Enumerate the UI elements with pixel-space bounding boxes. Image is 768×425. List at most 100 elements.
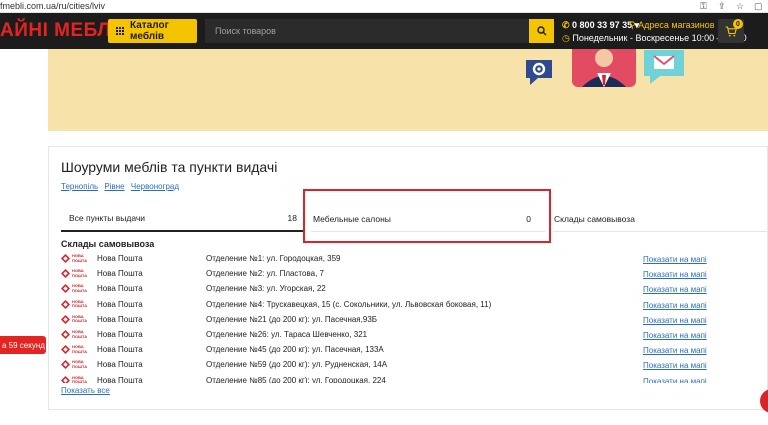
show-on-map-link[interactable]: Показати на мапі <box>643 361 707 370</box>
grid-icon <box>116 26 125 36</box>
nova-poshta-logo: НОВА ПОШТА <box>61 253 89 264</box>
show-on-map-link[interactable]: Показати на мапі <box>643 255 707 264</box>
list-item: НОВА ПОШТА Нова Пошта Отделение №59 (до 200… <box>61 358 768 373</box>
carrier-name: Нова Пошта <box>97 254 143 263</box>
nova-poshta-logo: НОВА ПОШТА <box>61 268 89 279</box>
nova-poshta-icon <box>61 375 70 383</box>
nova-poshta-logo: НОВА ПОШТА <box>61 375 89 383</box>
nova-poshta-icon <box>61 254 70 263</box>
city-link-chervonohrad[interactable]: Червоноград <box>131 182 179 191</box>
carrier-name: Нова Пошта <box>97 314 143 324</box>
settings-chat-icon <box>526 60 552 85</box>
branch-address: Отделение №26: ул. Тараса Шевченко, 321 <box>206 330 368 339</box>
site-logo[interactable]: АЙНІ МЕБЛІ <box>0 20 117 42</box>
list-item: НОВА ПОШТА Нова Пошта Отделение №45 (до 200… <box>61 343 768 358</box>
carrier-name: Нова Пошта <box>97 360 143 370</box>
carrier-name: Нова Пошта <box>97 330 143 339</box>
nova-poshta-logo: НОВА ПОШТА <box>61 360 89 370</box>
logo-text-line: ПОШТА <box>72 303 88 309</box>
branch-address: Отделение №4: Трускавецкая, 15 (с. Сокол… <box>206 299 492 309</box>
pickup-list: НОВА ПОШТА Нова Пошта Отделение №1: ул. Гор… <box>61 252 768 383</box>
clock-icon: ◷ <box>562 33 573 43</box>
logo-text-line: ПОШТА <box>72 363 88 369</box>
nova-poshta-icon <box>61 360 70 370</box>
carrier-name: Нова Пошта <box>97 345 143 355</box>
list-item: НОВА ПОШТА Нова Пошта Отделение №85 (до 200… <box>61 374 768 383</box>
stores-label: Адреса магазинов <box>638 20 715 30</box>
phone-number: 0 800 33 97 35 <box>572 20 633 30</box>
show-all-link[interactable]: Показать все <box>61 386 110 395</box>
hero-banner <box>48 49 768 131</box>
nova-poshta-logo: НОВА ПОШТА <box>61 299 89 310</box>
branch-address: Отделение №85 (до 200 кг): ул. Городоцка… <box>206 375 386 383</box>
tab-label: Все пункты выдачи <box>69 213 146 223</box>
nova-poshta-icon <box>61 284 70 294</box>
phone-link[interactable]: ✆ 0 800 33 97 35 ▾ <box>562 20 639 31</box>
url-text[interactable]: fmebli.com.ua/ru/cities/lviv <box>0 1 105 11</box>
list-item: НОВА ПОШТА Нова Пошта Отделение №26: ул. Та… <box>61 328 768 343</box>
browser-url-bar[interactable]: fmebli.com.ua/ru/cities/lviv ⚿ ⇪ ☆ ▢ <box>0 0 768 13</box>
city-links: Тернопіль Рівне Червоноград <box>61 182 183 191</box>
highlight-box <box>303 189 551 243</box>
logo-text-line: ПОШТА <box>72 333 88 339</box>
cart-count-badge: 0 <box>733 19 743 29</box>
logo-text-line: ПОШТА <box>72 272 88 278</box>
city-link-ternopil[interactable]: Тернопіль <box>61 182 98 191</box>
carrier-name: Нова Пошта <box>97 269 143 279</box>
page-title: Шоуруми меблів та пункти видачі <box>61 159 278 175</box>
nova-poshta-icon <box>61 269 70 279</box>
list-item: НОВА ПОШТА Нова Пошта Отделение №2: ул. Пла… <box>61 267 768 282</box>
branch-address: Отделение №21 (до 200 кг): ул. Пасечная,… <box>206 314 378 324</box>
search-input[interactable] <box>205 19 529 43</box>
nova-poshta-logo: НОВА ПОШТА <box>61 344 89 355</box>
show-on-map-link[interactable]: Показати на мапі <box>643 331 707 340</box>
branch-address: Отделение №3: ул. Угорская, 22 <box>206 284 326 294</box>
share-icon[interactable]: ⇪ <box>718 1 726 12</box>
location-pin-icon: ⚲ <box>629 20 636 30</box>
logo-text-line: ПОШТА <box>72 287 88 293</box>
list-item: НОВА ПОШТА Нова Пошта Отделение №21 (до 200… <box>61 313 768 328</box>
extension-icon[interactable]: ▢ <box>754 1 763 12</box>
logo-text-line: ПОШТА <box>72 257 88 263</box>
show-on-map-link[interactable]: Показати на мапі <box>643 346 707 355</box>
carrier-name: Нова Пошта <box>97 375 143 383</box>
catalog-label: Каталог меблів <box>130 20 169 42</box>
manager-avatar-icon <box>572 49 636 87</box>
show-on-map-link[interactable]: Показати на мапі <box>643 377 707 383</box>
search-button[interactable] <box>529 19 554 43</box>
stores-link[interactable]: ⚲ Адреса магазинов <box>629 20 714 31</box>
show-on-map-link[interactable]: Показати на мапі <box>643 270 707 279</box>
show-on-map-link[interactable]: Показати на мапі <box>643 301 707 310</box>
mail-chat-icon <box>644 50 684 84</box>
list-item: НОВА ПОШТА Нова Пошта Отделение №3: ул. Уго… <box>61 282 768 297</box>
carrier-name: Нова Пошта <box>97 284 143 294</box>
logo-text-line: ПОШТА <box>72 379 88 383</box>
catalog-button[interactable]: Каталог меблів <box>108 19 197 43</box>
nova-poshta-icon <box>61 299 70 309</box>
phone-icon: ✆ <box>562 20 573 30</box>
branch-address: Отделение №45 (до 200 кг): ул. Пасечная,… <box>206 345 384 355</box>
nova-poshta-icon <box>61 345 70 355</box>
show-on-map-link[interactable]: Показати на мапі <box>643 316 707 325</box>
tab-pickup-warehouses[interactable]: Склады самовывоза <box>553 206 768 232</box>
warehouses-heading: Склады самовывоза <box>61 239 155 249</box>
countdown-timer[interactable]: а 59 секунд <box>0 336 46 354</box>
city-link-rivne[interactable]: Рівне <box>104 182 124 191</box>
list-item: НОВА ПОШТА Нова Пошта Отделение №1: ул. Гор… <box>61 252 768 267</box>
nova-poshta-icon <box>61 330 70 339</box>
nova-poshta-icon <box>61 314 70 324</box>
logo-text-line: ПОШТА <box>72 348 88 354</box>
nova-poshta-logo: НОВА ПОШТА <box>61 284 89 294</box>
key-icon[interactable]: ⚿ <box>700 1 707 12</box>
tab-all-pickup-points[interactable]: Все пункты выдачи 18 <box>61 206 303 232</box>
carrier-name: Нова Пошта <box>97 299 143 309</box>
nova-poshta-logo: НОВА ПОШТА <box>61 329 89 340</box>
nova-poshta-logo: НОВА ПОШТА <box>61 314 89 325</box>
show-on-map-link[interactable]: Показати на мапі <box>643 285 707 294</box>
branch-address: Отделение №2: ул. Пластова, 7 <box>206 269 324 279</box>
bookmark-star-icon[interactable]: ☆ <box>736 1 744 12</box>
tab-count: 18 <box>287 213 297 223</box>
search-icon <box>536 26 546 36</box>
list-item: НОВА ПОШТА Нова Пошта Отделение №4: Трускав… <box>61 298 768 313</box>
site-header: АЙНІ МЕБЛІ Каталог меблів ✆ 0 800 33 97 … <box>0 13 768 49</box>
